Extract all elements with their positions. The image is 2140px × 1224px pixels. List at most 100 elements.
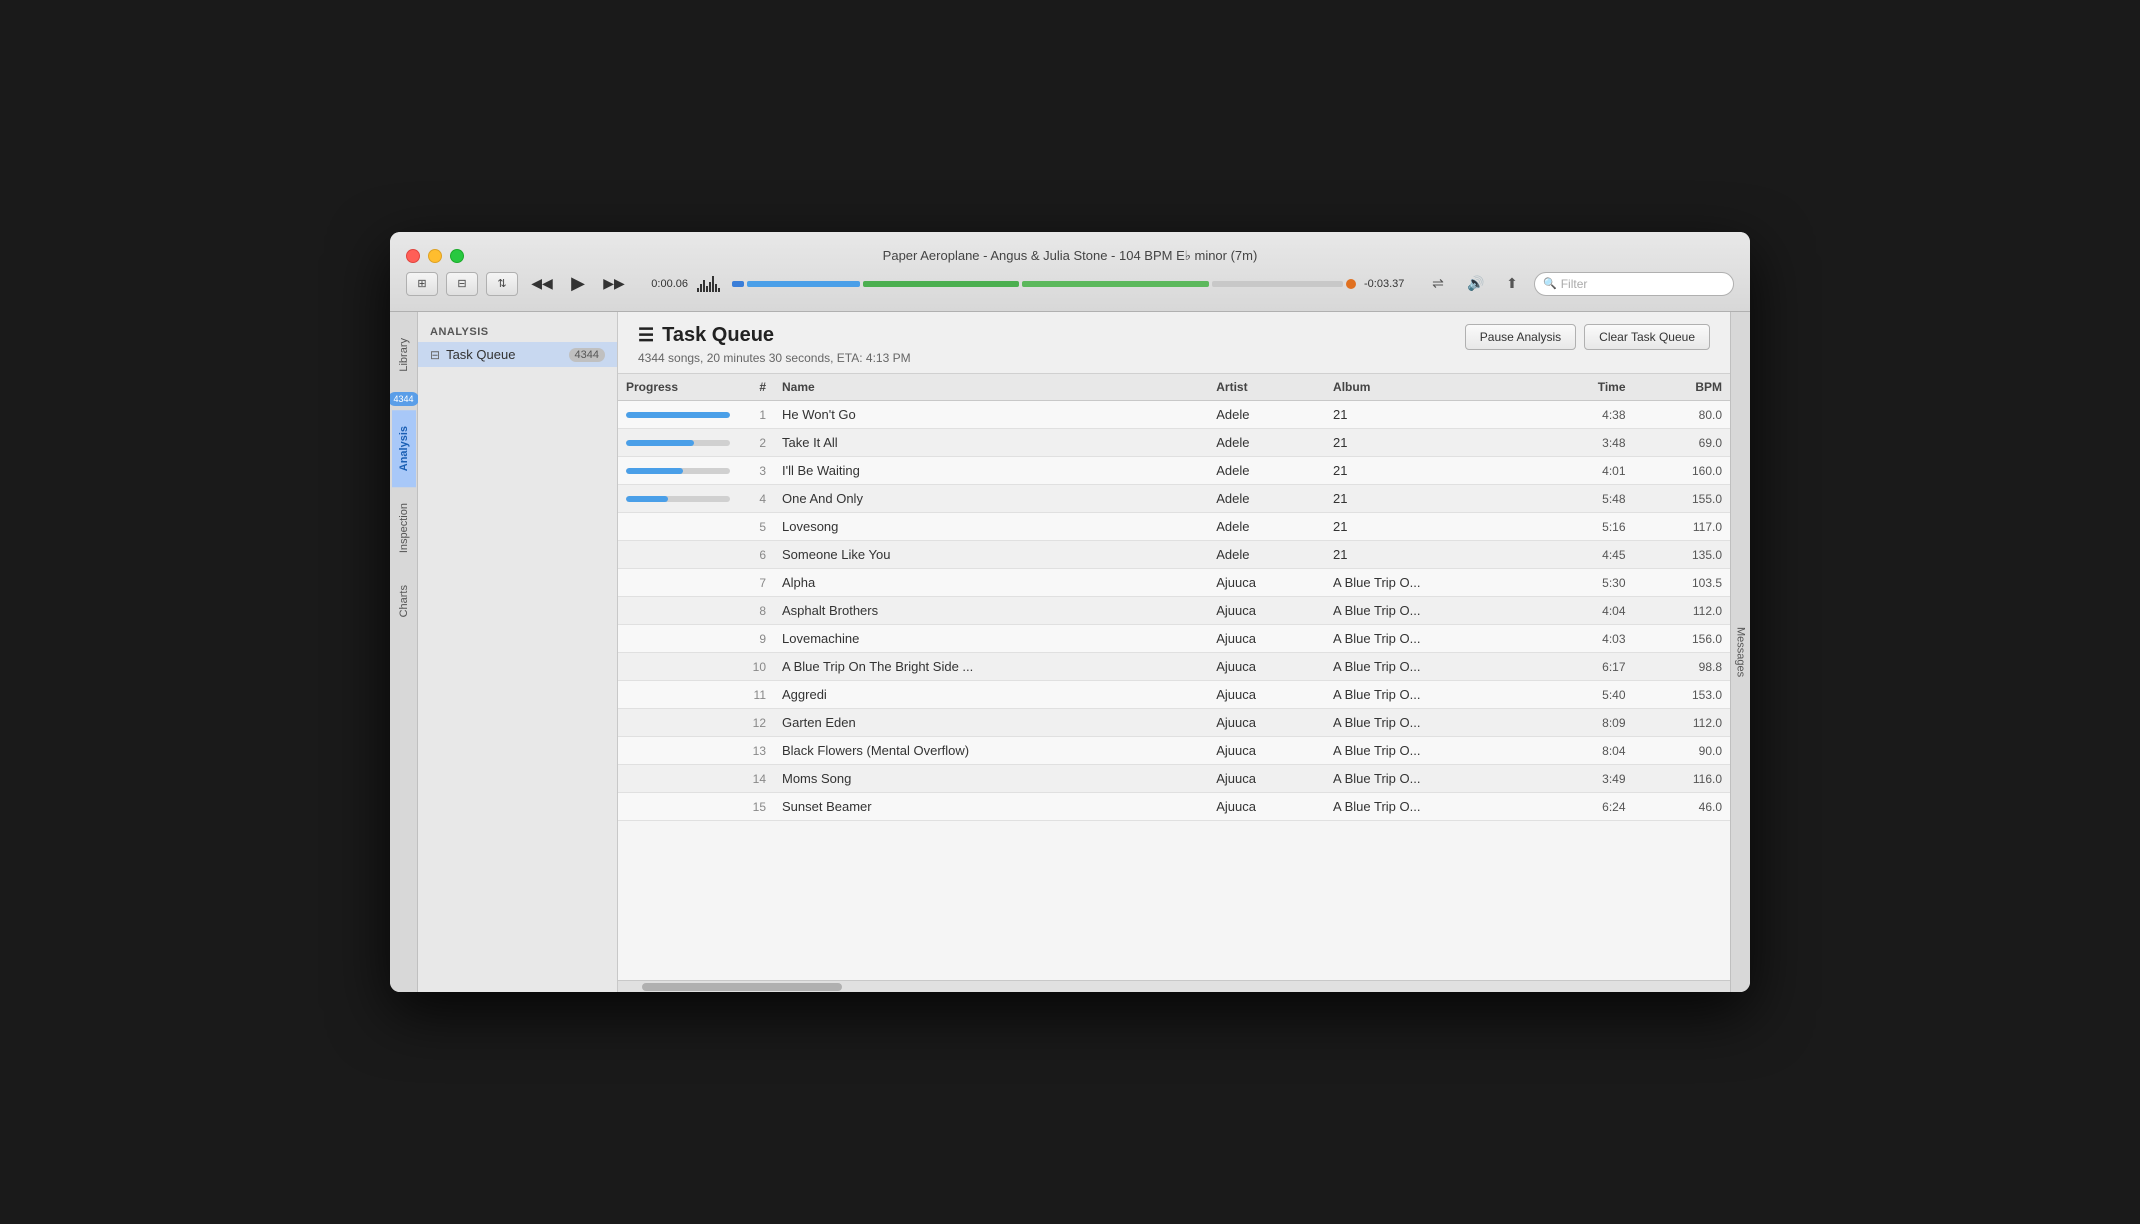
col-album: Album <box>1325 374 1542 401</box>
table-row[interactable]: 11AggrediAjuucaA Blue Trip O...5:40153.0 <box>618 681 1730 709</box>
sidebar-tabs: Library 4344 Analysis Inspection Charts <box>390 312 418 992</box>
table-row[interactable]: 13Black Flowers (Mental Overflow)AjuucaA… <box>618 737 1730 765</box>
track-album: A Blue Trip O... <box>1325 765 1542 793</box>
progress-cell <box>618 765 738 793</box>
waveform-icon <box>696 276 720 292</box>
track-album: A Blue Trip O... <box>1325 737 1542 765</box>
messages-tab-label: Messages <box>1735 627 1747 677</box>
clear-task-queue-button[interactable]: Clear Task Queue <box>1584 324 1710 350</box>
sidebar-tab-charts[interactable]: Charts <box>392 569 416 633</box>
track-time: 4:03 <box>1542 625 1634 653</box>
track-name: Asphalt Brothers <box>774 597 1208 625</box>
track-time: 3:48 <box>1542 429 1634 457</box>
row-number: 6 <box>738 541 774 569</box>
track-time: 5:48 <box>1542 485 1634 513</box>
track-time: 6:24 <box>1542 793 1634 821</box>
track-bpm: 116.0 <box>1634 765 1730 793</box>
table-row[interactable]: 14Moms SongAjuucaA Blue Trip O...3:49116… <box>618 765 1730 793</box>
play-button[interactable]: ▶ <box>562 272 594 296</box>
sidebar-item-count: 4344 <box>569 348 605 362</box>
row-number: 9 <box>738 625 774 653</box>
fast-forward-button[interactable]: ▶▶ <box>598 272 630 296</box>
track-artist: Ajuuca <box>1208 569 1325 597</box>
col-progress: Progress <box>618 374 738 401</box>
track-name: Lovesong <box>774 513 1208 541</box>
traffic-lights <box>406 249 464 263</box>
app-window: Paper Aeroplane - Angus & Julia Stone - … <box>390 232 1750 992</box>
row-number: 13 <box>738 737 774 765</box>
grid-view-btn[interactable]: ⊟ <box>446 272 478 296</box>
track-name: Sunset Beamer <box>774 793 1208 821</box>
track-time: 4:01 <box>1542 457 1634 485</box>
row-number: 4 <box>738 485 774 513</box>
row-number: 11 <box>738 681 774 709</box>
progress-cell <box>618 513 738 541</box>
messages-tab[interactable]: Messages <box>1730 312 1750 992</box>
main-panel: ☰ Task Queue 4344 songs, 20 minutes 30 s… <box>618 312 1730 992</box>
progress-cell <box>618 541 738 569</box>
table-row[interactable]: 4One And OnlyAdele215:48155.0 <box>618 485 1730 513</box>
table-row[interactable]: 7AlphaAjuucaA Blue Trip O...5:30103.5 <box>618 569 1730 597</box>
track-name: Aggredi <box>774 681 1208 709</box>
rewind-button[interactable]: ◀◀ <box>526 272 558 296</box>
filter-box[interactable]: 🔍 Filter <box>1534 272 1734 296</box>
loop-icon[interactable]: ⇌ <box>1422 272 1454 296</box>
row-number: 2 <box>738 429 774 457</box>
main-content: Library 4344 Analysis Inspection Charts … <box>390 312 1750 992</box>
bottom-scrollbar <box>618 980 1730 992</box>
table-row[interactable]: 10A Blue Trip On The Bright Side ...Ajuu… <box>618 653 1730 681</box>
track-album: A Blue Trip O... <box>1325 681 1542 709</box>
minimize-button[interactable] <box>428 249 442 263</box>
maximize-button[interactable] <box>450 249 464 263</box>
progress-cell <box>618 681 738 709</box>
progress-cell <box>618 457 738 485</box>
track-time: 8:04 <box>1542 737 1634 765</box>
table-row[interactable]: 2Take It AllAdele213:4869.0 <box>618 429 1730 457</box>
table-row[interactable]: 9LovemachineAjuucaA Blue Trip O...4:0315… <box>618 625 1730 653</box>
volume-icon[interactable]: 🔊 <box>1462 273 1490 295</box>
track-artist: Ajuuca <box>1208 681 1325 709</box>
track-time: 8:09 <box>1542 709 1634 737</box>
time-current: 0:00.06 <box>638 278 688 290</box>
table-row[interactable]: 8Asphalt BrothersAjuucaA Blue Trip O...4… <box>618 597 1730 625</box>
sidebar-item-task-queue[interactable]: ⊟ Task Queue 4344 <box>418 342 617 367</box>
library-view-btn[interactable]: ⊞ <box>406 272 438 296</box>
pause-analysis-button[interactable]: Pause Analysis <box>1465 324 1576 350</box>
table-row[interactable]: 15Sunset BeamerAjuucaA Blue Trip O...6:2… <box>618 793 1730 821</box>
table-row[interactable]: 12Garten EdenAjuucaA Blue Trip O...8:091… <box>618 709 1730 737</box>
sort-btn[interactable]: ⇅ <box>486 272 518 296</box>
track-bpm: 90.0 <box>1634 737 1730 765</box>
sidebar-tab-library[interactable]: Library <box>392 322 416 388</box>
progress-cell <box>618 653 738 681</box>
track-artist: Adele <box>1208 457 1325 485</box>
track-album: A Blue Trip O... <box>1325 625 1542 653</box>
track-album: A Blue Trip O... <box>1325 569 1542 597</box>
titlebar: Paper Aeroplane - Angus & Julia Stone - … <box>390 232 1750 312</box>
track-bpm: 156.0 <box>1634 625 1730 653</box>
track-time: 3:49 <box>1542 765 1634 793</box>
share-button[interactable]: ⬆ <box>1498 273 1526 295</box>
sidebar-tab-inspection[interactable]: Inspection <box>392 487 416 569</box>
track-artist: Adele <box>1208 513 1325 541</box>
table-container: Progress # Name Artist Album Time BPM 1H… <box>618 374 1730 980</box>
sidebar-section-title: ANALYSIS <box>418 322 617 342</box>
horizontal-scrollbar-thumb[interactable] <box>642 983 842 991</box>
row-number: 3 <box>738 457 774 485</box>
table-row[interactable]: 5LovesongAdele215:16117.0 <box>618 513 1730 541</box>
table-row[interactable]: 3I'll Be WaitingAdele214:01160.0 <box>618 457 1730 485</box>
sidebar-tab-analysis[interactable]: Analysis <box>392 410 416 487</box>
track-name: Take It All <box>774 429 1208 457</box>
progress-cell <box>618 485 738 513</box>
track-bpm: 80.0 <box>1634 401 1730 429</box>
progress-cell <box>618 401 738 429</box>
row-number: 12 <box>738 709 774 737</box>
track-album: 21 <box>1325 429 1542 457</box>
track-name: Someone Like You <box>774 541 1208 569</box>
task-queue-icon: ⊟ <box>430 348 440 362</box>
close-button[interactable] <box>406 249 420 263</box>
track-album: A Blue Trip O... <box>1325 597 1542 625</box>
track-bpm: 153.0 <box>1634 681 1730 709</box>
track-album: 21 <box>1325 513 1542 541</box>
table-row[interactable]: 1He Won't GoAdele214:3880.0 <box>618 401 1730 429</box>
table-row[interactable]: 6Someone Like YouAdele214:45135.0 <box>618 541 1730 569</box>
